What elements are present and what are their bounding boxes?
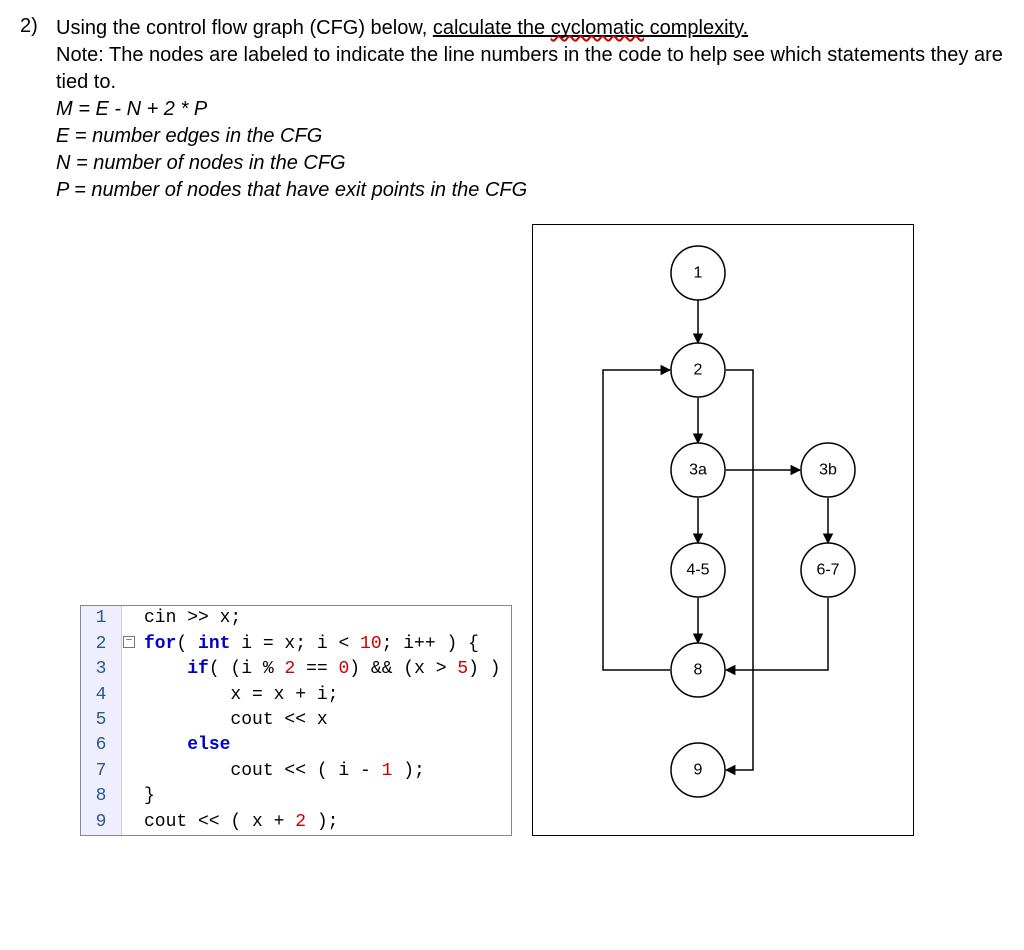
- code-line: else: [122, 733, 240, 758]
- q-text-1d: complexity.: [644, 17, 748, 39]
- code-line: x = x + i;: [122, 683, 348, 708]
- line-num: 5: [81, 708, 122, 733]
- code-line: }: [122, 784, 165, 809]
- code-line: cout << x: [122, 708, 338, 733]
- q-note: Note: The nodes are labeled to indicate …: [56, 42, 1004, 96]
- def-N: N = number of nodes in the CFG: [56, 150, 1004, 177]
- line-num: 8: [81, 784, 122, 809]
- code-line: cout << ( i - 1 );: [122, 759, 435, 784]
- node-3a-label: 3a: [689, 462, 707, 479]
- fold-icon[interactable]: −: [123, 636, 135, 648]
- node-3b-label: 3b: [819, 462, 837, 479]
- node-8-label: 8: [693, 662, 702, 679]
- formula-M: M = E - N + 2 * P: [56, 96, 1004, 123]
- q-text-1b: calculate the: [433, 17, 551, 39]
- def-P: P = number of nodes that have exit point…: [56, 177, 1004, 204]
- question-block: 2) Using the control flow graph (CFG) be…: [20, 15, 1004, 204]
- line-num: 1: [81, 606, 122, 631]
- line-num: 2−: [81, 632, 122, 657]
- lower-row: 1cin >> x; 2−for( int i = x; i < 10; i++…: [20, 224, 1004, 836]
- question-number: 2): [20, 15, 44, 38]
- q-text-1a: Using the control flow graph (CFG) below…: [56, 17, 433, 39]
- question-body: Using the control flow graph (CFG) below…: [56, 15, 1004, 204]
- node-67-label: 6-7: [816, 562, 839, 579]
- code-line: cin >> x;: [122, 606, 251, 631]
- line-num: 6: [81, 733, 122, 758]
- line-num: 3: [81, 657, 122, 682]
- node-2-label: 2: [693, 362, 702, 379]
- q-text-1c: cyclomatic: [551, 17, 644, 39]
- code-line: for( int i = x; i < 10; i++ ) {: [122, 632, 489, 657]
- line-num: 9: [81, 810, 122, 835]
- cfg-svg: 1 2 3a 3b 4-5 6-7 8 9: [548, 235, 898, 825]
- def-E: E = number edges in the CFG: [56, 123, 1004, 150]
- node-45-label: 4-5: [686, 562, 709, 579]
- code-line: if( (i % 2 == 0) && (x > 5) ): [122, 657, 511, 682]
- node-1-label: 1: [693, 265, 702, 282]
- code-line: cout << ( x + 2 );: [122, 810, 348, 835]
- code-block: 1cin >> x; 2−for( int i = x; i < 10; i++…: [80, 605, 512, 836]
- line-num: 4: [81, 683, 122, 708]
- node-9-label: 9: [693, 762, 702, 779]
- cfg-diagram: 1 2 3a 3b 4-5 6-7 8 9: [532, 224, 914, 836]
- line-num: 7: [81, 759, 122, 784]
